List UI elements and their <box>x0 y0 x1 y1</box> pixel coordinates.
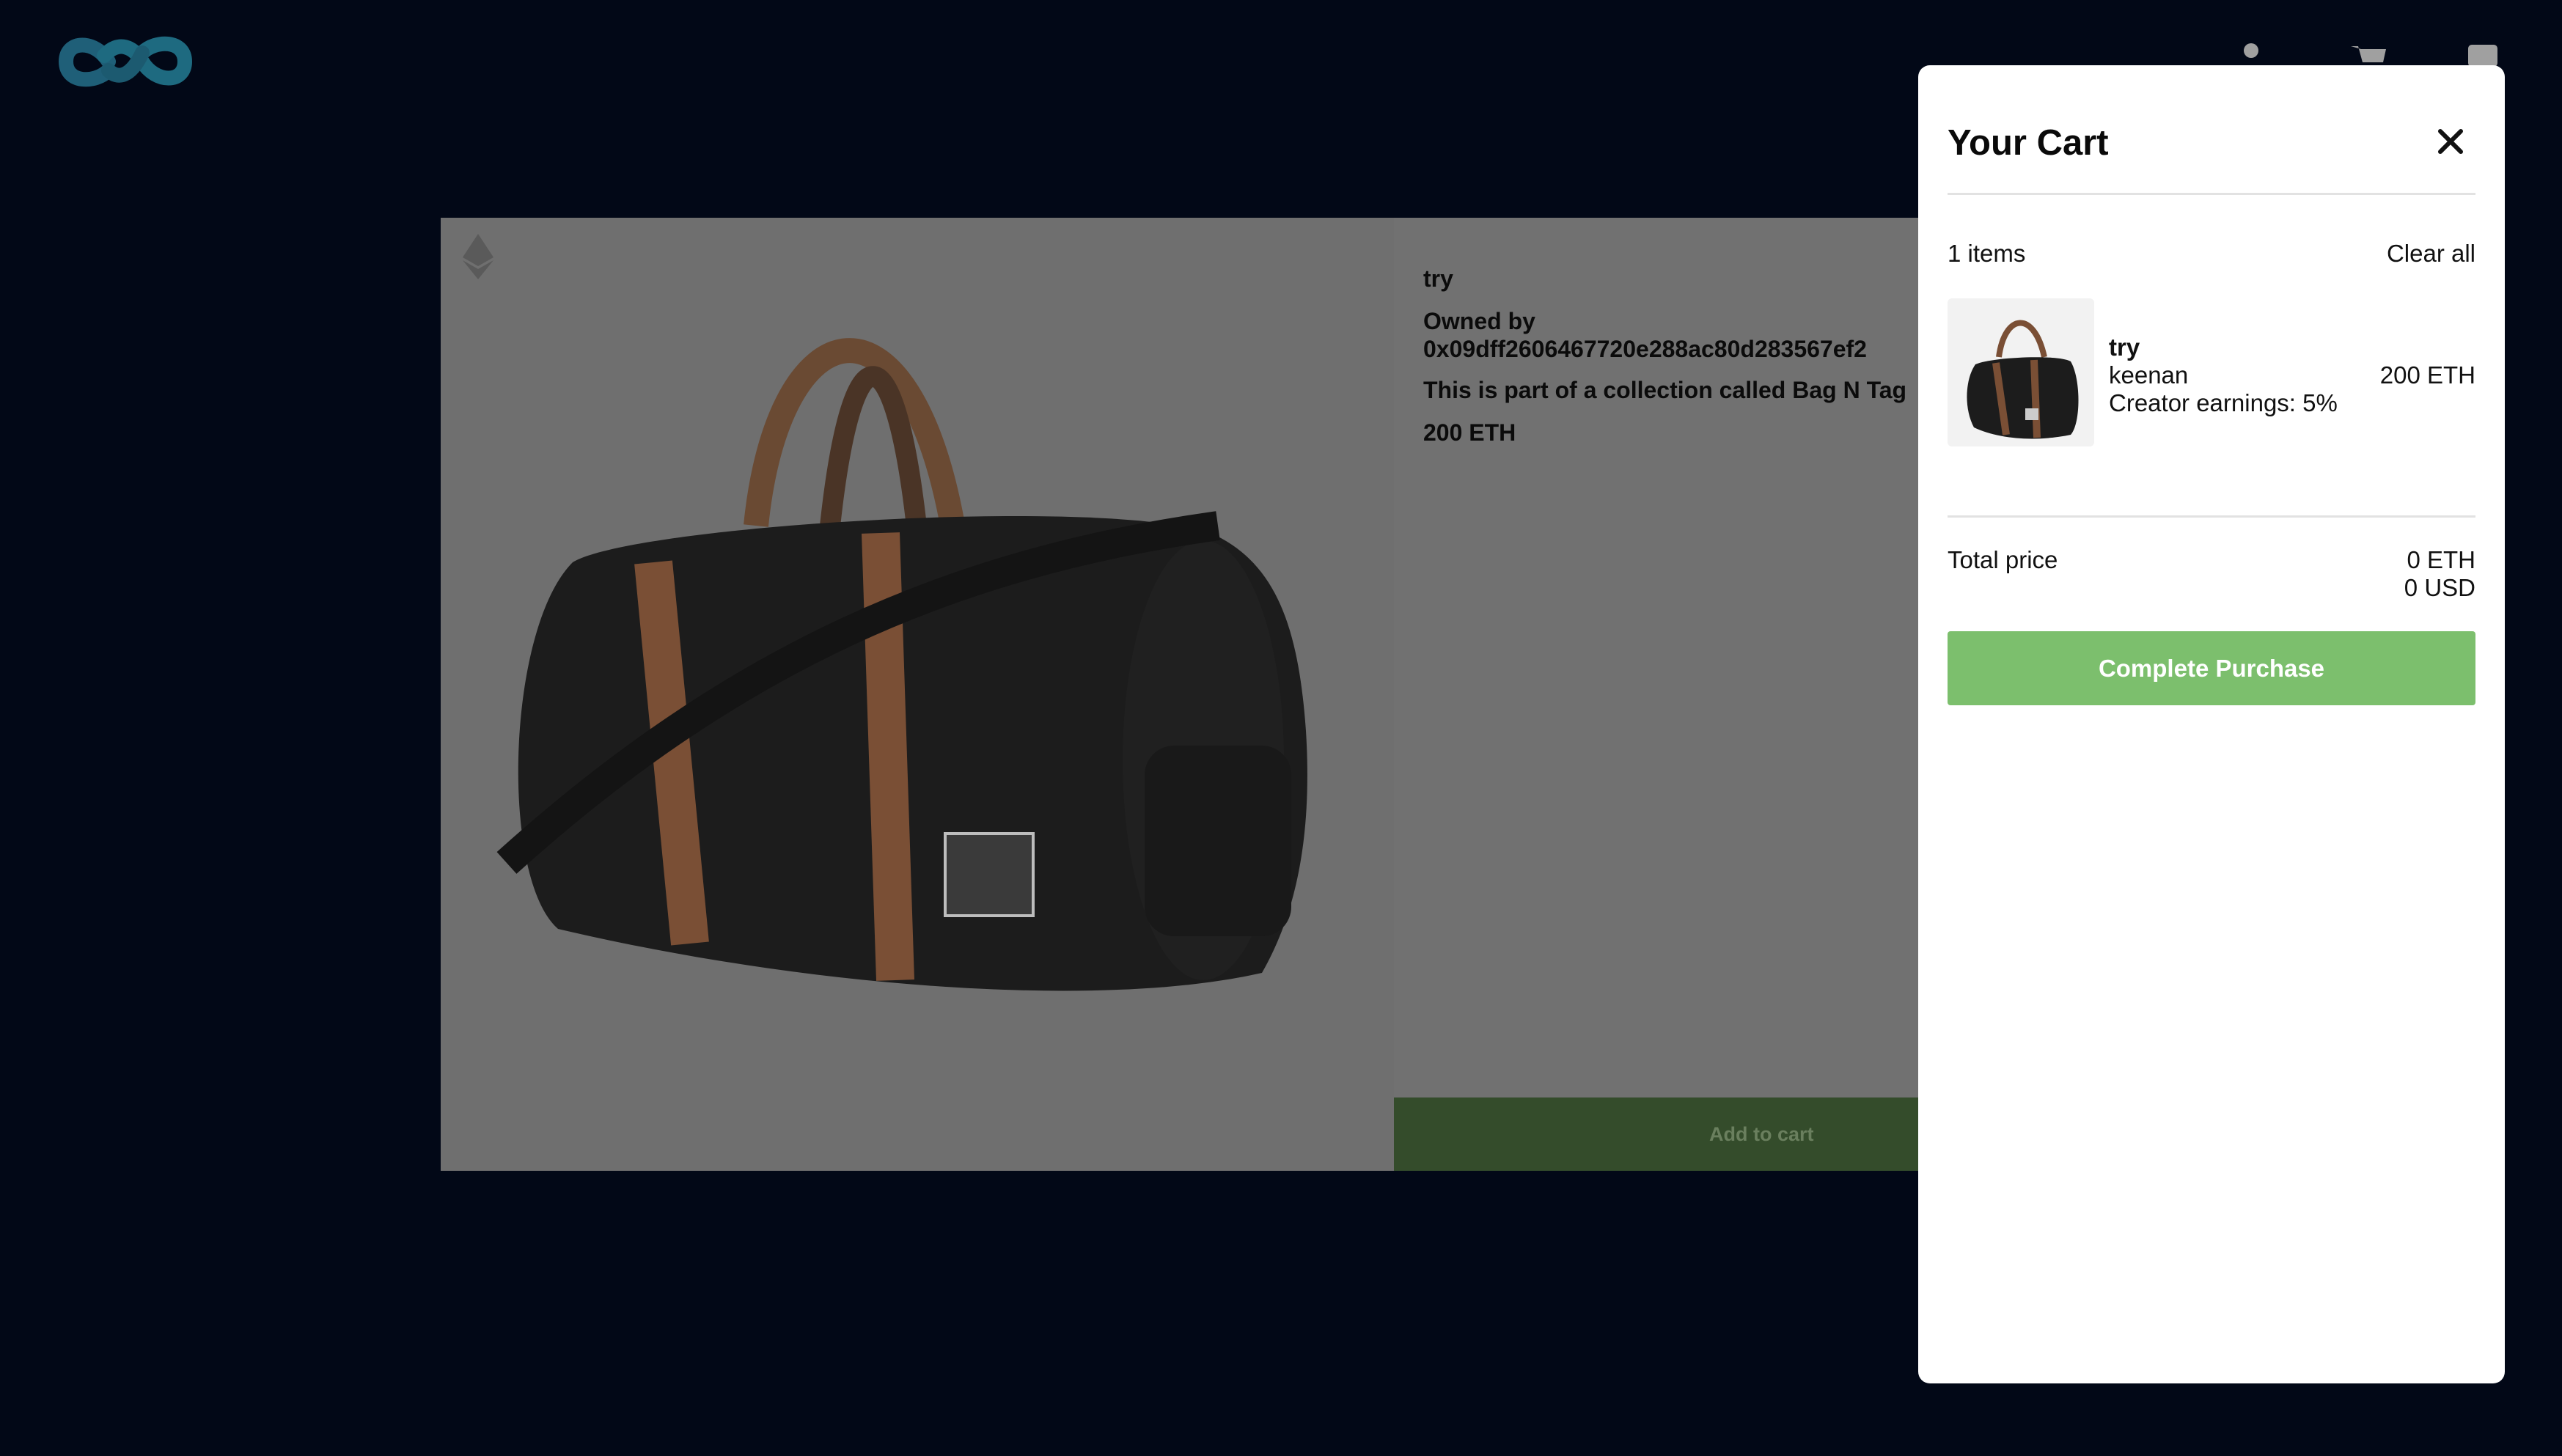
divider <box>1948 193 2475 195</box>
ethereum-icon <box>463 234 493 279</box>
cart-item-price: 200 ETH <box>2379 361 2475 389</box>
clear-all-button[interactable]: Clear all <box>2387 240 2475 268</box>
owner-label: Owned by <box>1423 308 1535 334</box>
total-price-label: Total price <box>1948 546 2058 573</box>
close-icon[interactable] <box>2436 127 2465 156</box>
product-info: try Owned by 0x09dff2606467720e288ac80d2… <box>1423 265 1920 446</box>
divider <box>1948 515 2475 518</box>
product-title: try <box>1423 265 1453 292</box>
items-count: 1 items <box>1948 240 2026 267</box>
cart-item-info: try keenan Creator earnings: 5% <box>2109 334 2338 417</box>
cart-item: try keenan Creator earnings: 5% 200 ETH <box>1948 298 2475 446</box>
cart-title: Your Cart <box>1948 123 2109 163</box>
owner-block: Owned by 0x09dff2606467720e288ac80d28356… <box>1423 307 1920 363</box>
product-card: try Owned by 0x09dff2606467720e288ac80d2… <box>441 218 1920 1171</box>
complete-purchase-button[interactable]: Complete Purchase <box>1948 631 2475 705</box>
total-usd: 0 USD <box>2404 574 2475 601</box>
cart-panel: Your Cart 1 items Clear all try keenan C… <box>1918 65 2505 1383</box>
product-image <box>441 218 1394 1171</box>
cart-item-creator: keenan <box>2109 361 2189 389</box>
infinity-logo-icon[interactable] <box>57 26 194 97</box>
collection-text: This is part of a collection called Bag … <box>1423 377 1907 403</box>
cart-item-name: try <box>2109 334 2140 361</box>
owner-address[interactable]: 0x09dff2606467720e288ac80d283567ef2 <box>1423 335 1920 363</box>
cart-item-thumbnail <box>1948 298 2094 446</box>
cart-item-earnings: Creator earnings: 5% <box>2109 389 2338 416</box>
total-eth: 0 ETH <box>2407 546 2475 573</box>
add-to-cart-button[interactable]: Add to cart <box>1394 1097 1920 1171</box>
product-price: 200 ETH <box>1423 419 1516 446</box>
